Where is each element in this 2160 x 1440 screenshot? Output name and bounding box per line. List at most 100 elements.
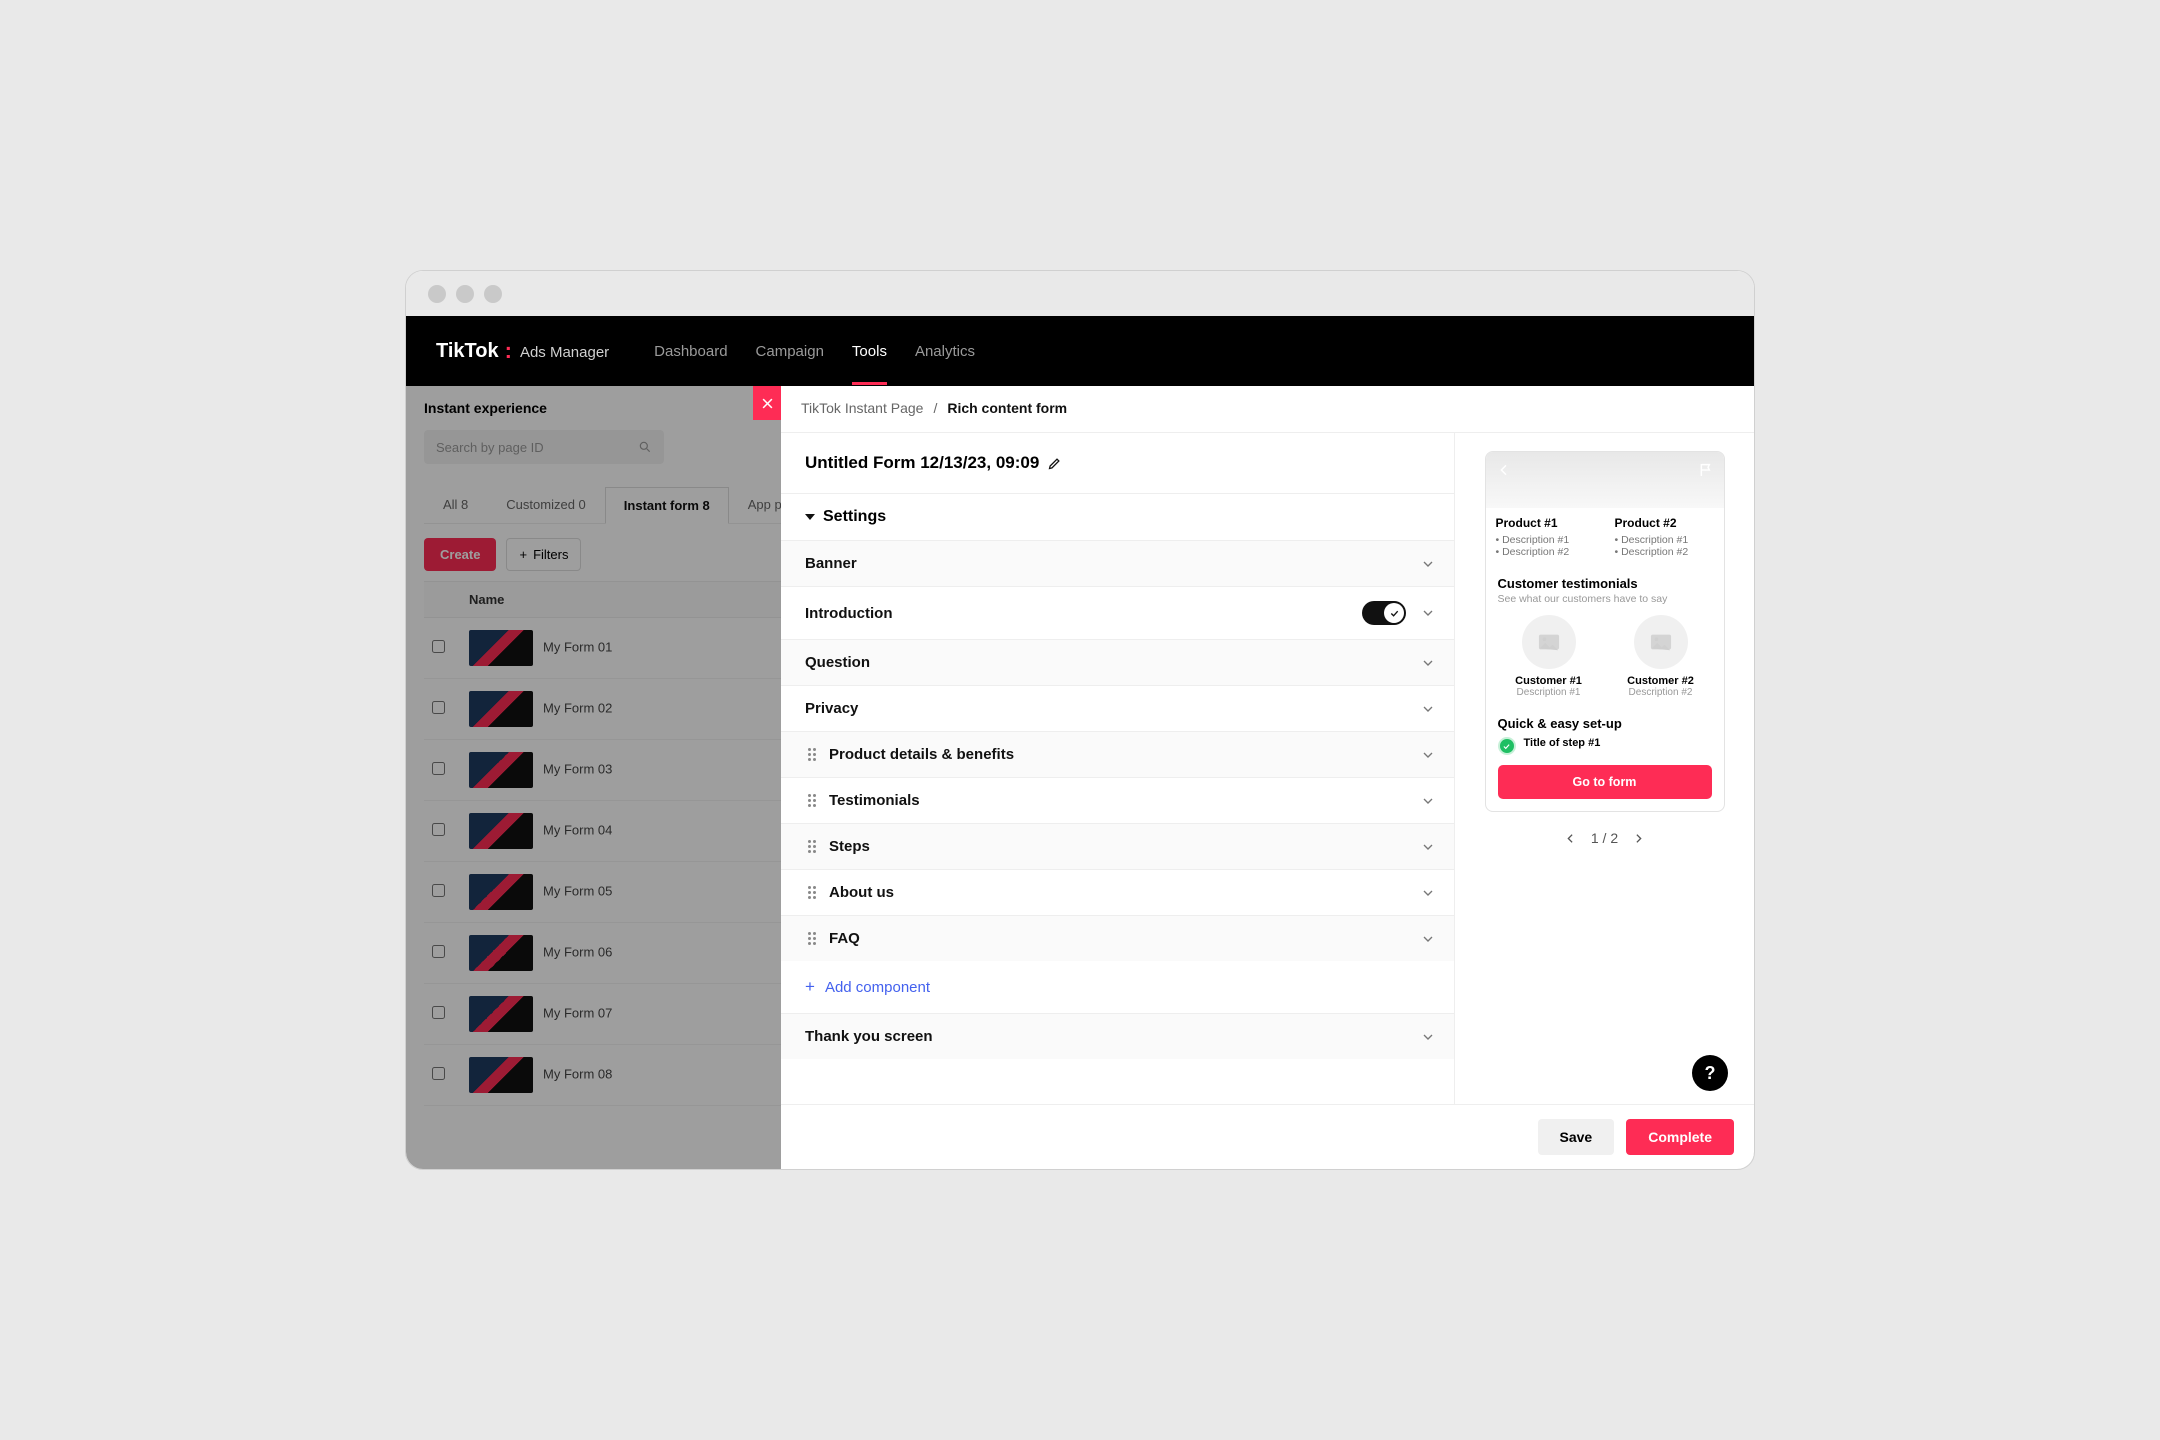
window-dot xyxy=(456,285,474,303)
nav-tools[interactable]: Tools xyxy=(852,337,887,366)
breadcrumb-current: Rich content form xyxy=(947,400,1067,416)
row-product-details-label: Product details & benefits xyxy=(829,746,1420,763)
form-title-row: Untitled Form 12/13/23, 09:09 xyxy=(781,433,1454,493)
phone-preview: Product #1 Description #1 Description #2… xyxy=(1485,451,1725,812)
drag-handle-icon[interactable] xyxy=(805,932,819,945)
drag-handle-icon[interactable] xyxy=(805,794,819,807)
row-product-details[interactable]: Product details & benefits xyxy=(781,731,1454,777)
customer-card: Customer #2 Description #2 xyxy=(1610,615,1712,698)
brand-sub: Ads Manager xyxy=(520,344,609,361)
brand-name: TikTok xyxy=(436,340,499,363)
row-privacy[interactable]: Privacy xyxy=(781,685,1454,731)
back-icon[interactable] xyxy=(1496,462,1512,478)
plus-icon: + xyxy=(805,977,815,997)
close-editor-button[interactable] xyxy=(753,386,781,420)
chevron-down-icon xyxy=(1420,1029,1436,1045)
flag-icon[interactable] xyxy=(1698,462,1714,478)
workspace: Instant experience Search by page ID All… xyxy=(406,386,1754,1169)
complete-button[interactable]: Complete xyxy=(1626,1119,1734,1155)
row-about-us[interactable]: About us xyxy=(781,869,1454,915)
product-desc: Description #2 xyxy=(1496,546,1595,558)
top-nav: Dashboard Campaign Tools Analytics xyxy=(654,337,975,366)
testimonials-title: Customer testimonials xyxy=(1498,576,1712,591)
preview-column: Product #1 Description #1 Description #2… xyxy=(1454,433,1754,1104)
nav-analytics[interactable]: Analytics xyxy=(915,337,975,366)
breadcrumb-sep: / xyxy=(933,400,937,416)
drag-handle-icon[interactable] xyxy=(805,886,819,899)
row-faq-label: FAQ xyxy=(829,930,1420,947)
setup-title: Quick & easy set-up xyxy=(1498,716,1712,731)
image-placeholder-icon xyxy=(1634,615,1688,669)
products-row: Product #1 Description #1 Description #2… xyxy=(1486,508,1724,568)
editor-body: Untitled Form 12/13/23, 09:09 Settings B… xyxy=(781,433,1754,1104)
row-banner-label: Banner xyxy=(805,555,1420,572)
chevron-down-icon xyxy=(1420,605,1436,621)
topbar: TikTok: Ads Manager Dashboard Campaign Too… xyxy=(406,316,1754,386)
chevron-down-icon xyxy=(1420,793,1436,809)
testimonials-section: Customer testimonials See what our custo… xyxy=(1486,568,1724,708)
app: TikTok: Ads Manager Dashboard Campaign Too… xyxy=(406,316,1754,1169)
form-editor-panel: TikTok Instant Page / Rich content form … xyxy=(781,386,1754,1169)
window-dot xyxy=(484,285,502,303)
breadcrumb-parent[interactable]: TikTok Instant Page xyxy=(801,400,923,416)
row-steps[interactable]: Steps xyxy=(781,823,1454,869)
chevron-down-icon xyxy=(1420,931,1436,947)
image-placeholder-icon xyxy=(1522,615,1576,669)
row-faq[interactable]: FAQ xyxy=(781,915,1454,961)
phone-cta: Go to form xyxy=(1498,765,1712,799)
customer-desc: Description #1 xyxy=(1498,687,1600,698)
product-title: Product #1 xyxy=(1496,516,1595,530)
chevron-down-icon xyxy=(1420,701,1436,717)
preview-pager: 1 / 2 xyxy=(1564,830,1645,846)
settings-section-header[interactable]: Settings xyxy=(781,493,1454,540)
row-thank-you-label: Thank you screen xyxy=(805,1028,1420,1045)
customer-name: Customer #2 xyxy=(1610,675,1712,687)
product-card: Product #2 Description #1 Description #2 xyxy=(1605,508,1724,568)
product-desc: Description #1 xyxy=(1496,534,1595,546)
nav-campaign[interactable]: Campaign xyxy=(756,337,824,366)
add-component-button[interactable]: + Add component xyxy=(781,961,1454,1013)
pager-prev-icon[interactable] xyxy=(1564,832,1577,845)
settings-section-title: Settings xyxy=(823,508,886,526)
introduction-toggle[interactable] xyxy=(1362,601,1406,625)
step-title: Title of step #1 xyxy=(1524,737,1601,749)
customer-card: Customer #1 Description #1 xyxy=(1498,615,1600,698)
brand: TikTok: Ads Manager xyxy=(436,340,609,363)
step-row: Title of step #1 xyxy=(1486,731,1724,755)
edit-title-icon[interactable] xyxy=(1047,456,1062,471)
window-dot xyxy=(428,285,446,303)
pager-next-icon[interactable] xyxy=(1632,832,1645,845)
go-to-form-button[interactable]: Go to form xyxy=(1498,765,1712,799)
drag-handle-icon[interactable] xyxy=(805,840,819,853)
row-privacy-label: Privacy xyxy=(805,700,1420,717)
nav-dashboard[interactable]: Dashboard xyxy=(654,337,727,366)
row-about-us-label: About us xyxy=(829,884,1420,901)
help-button[interactable]: ? xyxy=(1692,1055,1728,1091)
caret-down-icon xyxy=(805,514,815,520)
browser-frame: TikTok: Ads Manager Dashboard Campaign Too… xyxy=(405,270,1755,1170)
product-desc: Description #2 xyxy=(1615,546,1714,558)
drag-handle-icon[interactable] xyxy=(805,748,819,761)
toggle-knob xyxy=(1384,603,1404,623)
testimonials-sub: See what our customers have to say xyxy=(1498,593,1712,605)
add-component-label: Add component xyxy=(825,979,930,996)
row-introduction[interactable]: Introduction xyxy=(781,586,1454,639)
product-desc: Description #1 xyxy=(1615,534,1714,546)
save-button[interactable]: Save xyxy=(1538,1119,1615,1155)
chevron-down-icon xyxy=(1420,839,1436,855)
row-banner[interactable]: Banner xyxy=(781,540,1454,586)
row-thank-you[interactable]: Thank you screen xyxy=(781,1013,1454,1059)
editor-footer: Save Complete xyxy=(781,1104,1754,1169)
help-icon: ? xyxy=(1705,1063,1716,1084)
form-title: Untitled Form 12/13/23, 09:09 xyxy=(805,453,1039,473)
row-question-label: Question xyxy=(805,654,1420,671)
chevron-down-icon xyxy=(1420,655,1436,671)
chevron-down-icon xyxy=(1420,556,1436,572)
customers-row: Customer #1 Description #1 Customer #2 D… xyxy=(1498,615,1712,698)
row-testimonials[interactable]: Testimonials xyxy=(781,777,1454,823)
breadcrumb: TikTok Instant Page / Rich content form xyxy=(801,396,1734,432)
row-question[interactable]: Question xyxy=(781,639,1454,685)
form-settings-column: Untitled Form 12/13/23, 09:09 Settings B… xyxy=(781,433,1454,1104)
customer-name: Customer #1 xyxy=(1498,675,1600,687)
chevron-down-icon xyxy=(1420,747,1436,763)
